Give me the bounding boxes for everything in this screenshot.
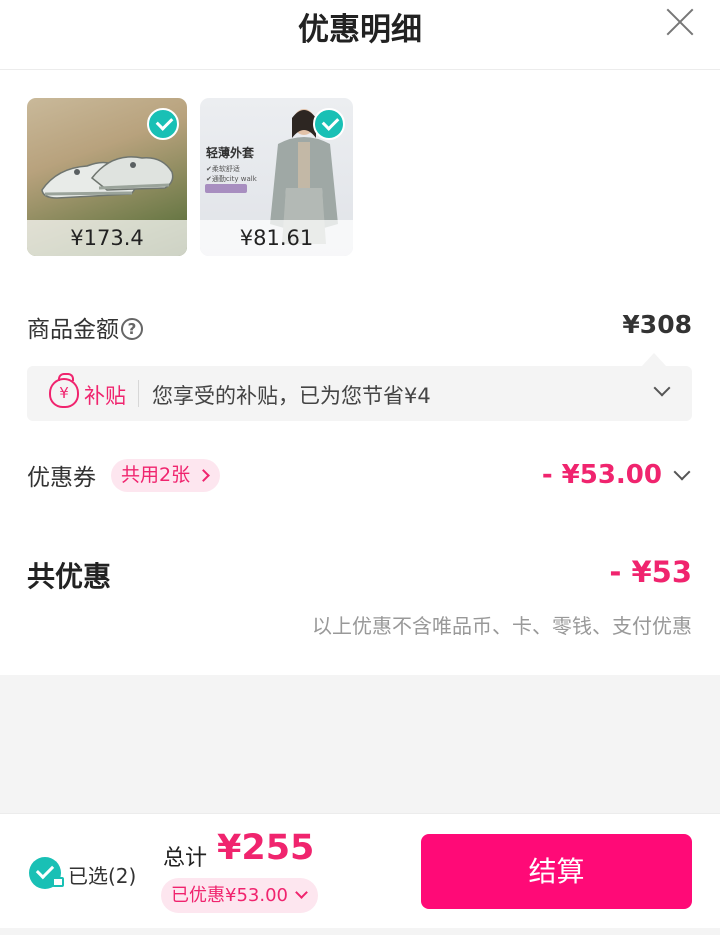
- promo-line: ✔通勤city walk: [206, 175, 257, 183]
- subsidy-text: 您享受的补贴，已为您节省¥4: [152, 384, 431, 408]
- sneaker-image: [41, 156, 174, 199]
- lock-icon: [52, 877, 64, 887]
- subsidy-tag: 补贴: [84, 384, 126, 408]
- coupon-count-chip[interactable]: 共用2张: [111, 459, 221, 492]
- subsidy-banner[interactable]: ¥ 补贴 您享受的补贴，已为您节省¥4: [27, 353, 692, 421]
- promo-title: 轻薄外套: [206, 146, 255, 160]
- product-price: ¥173.4: [27, 220, 187, 256]
- product-card[interactable]: ¥173.4: [27, 98, 187, 256]
- goods-amount-label: 商品金额: [27, 317, 119, 343]
- discount-detail-sheet: 优惠明细 ¥173.4 轻薄外套 ✔柔软舒适 ✔通勤city walk ¥81.…: [0, 0, 720, 675]
- discount-note: 以上优惠不含唯品币、卡、零钱、支付优惠: [312, 614, 692, 638]
- close-icon[interactable]: [666, 8, 694, 36]
- chevron-down-icon[interactable]: [653, 379, 671, 397]
- page-title: 优惠明细: [298, 12, 422, 48]
- chevron-down-icon[interactable]: [673, 463, 691, 481]
- check-icon[interactable]: [147, 108, 179, 140]
- sum-value: ¥255: [217, 828, 315, 868]
- coupon-value: - ¥53.00: [541, 460, 662, 490]
- promo-line: ✔柔软舒适: [206, 165, 240, 173]
- total-discount-label: 共优惠: [27, 560, 112, 593]
- saved-amount-label: 已优惠¥53.00: [171, 885, 288, 906]
- check-icon[interactable]: [313, 108, 345, 140]
- checkout-button[interactable]: 结算: [421, 834, 692, 909]
- checkout-bar: 已选(2) 总计 ¥255 已优惠¥53.00 结算: [0, 813, 720, 929]
- selected-count[interactable]: 已选(2): [68, 860, 136, 889]
- divider: [138, 380, 139, 407]
- goods-amount-row: 商品金额? ¥308: [27, 310, 692, 346]
- header: 优惠明细: [0, 0, 720, 70]
- goods-amount-value: ¥308: [622, 310, 692, 339]
- chevron-down-icon: [295, 886, 308, 899]
- chevron-right-icon: [197, 469, 210, 482]
- coupon-count-label: 共用2张: [121, 464, 191, 486]
- product-price: ¥81.61: [200, 220, 353, 256]
- sum-label: 总计: [163, 846, 208, 871]
- coupon-row[interactable]: 优惠券 共用2张 - ¥53.00: [27, 458, 692, 498]
- question-icon[interactable]: ?: [121, 318, 143, 340]
- total-discount-value: - ¥53: [609, 555, 692, 589]
- saved-amount-chip[interactable]: 已优惠¥53.00: [161, 878, 318, 913]
- total-discount-row: 共优惠 - ¥53: [27, 555, 692, 595]
- coupon-label: 优惠券: [27, 465, 96, 491]
- money-bag-icon: ¥: [49, 373, 79, 408]
- bottom-divider: [0, 928, 720, 935]
- promo-badge: [205, 184, 247, 193]
- product-card[interactable]: 轻薄外套 ✔柔软舒适 ✔通勤city walk ¥81.61: [200, 98, 353, 256]
